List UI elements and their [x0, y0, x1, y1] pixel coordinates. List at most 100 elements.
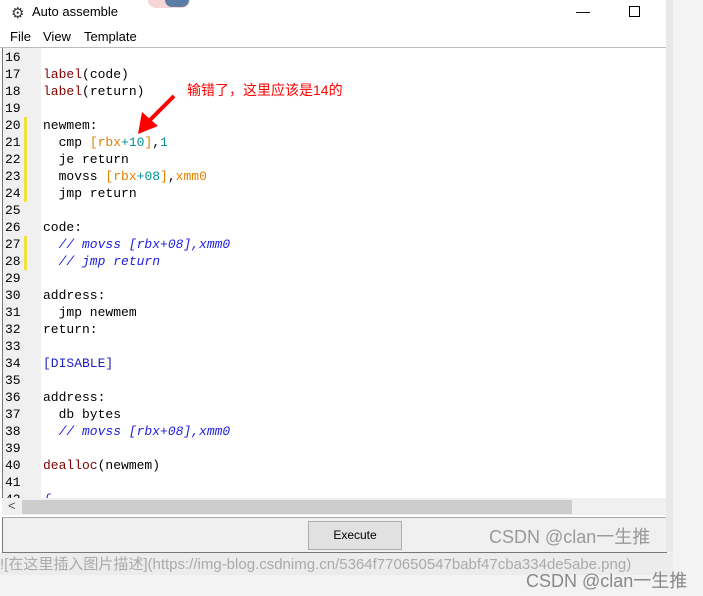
scroll-left-icon[interactable]: < [8, 498, 16, 513]
code-text: dealloc(newmem) [43, 457, 160, 474]
menu-view[interactable]: View [43, 29, 71, 44]
code-text: [DISABLE] [43, 355, 113, 372]
line-number: 18 [5, 84, 21, 99]
code-editor[interactable]: 16 17 label(code) 18 label(return) 19 20 newmem… [2, 48, 667, 498]
code-token: label [43, 67, 83, 82]
code-line: 34 [DISABLE] [3, 355, 663, 372]
menu-template[interactable]: Template [84, 29, 137, 44]
line-number: 22 [5, 152, 21, 167]
horizontal-scrollbar[interactable]: < [2, 498, 666, 515]
code-token: address: [43, 288, 106, 303]
code-token: +08 [136, 169, 161, 184]
modified-line-marker [24, 117, 27, 134]
line-number: 39 [5, 441, 21, 456]
code-line: 39 [3, 440, 663, 457]
code-token: +10 [121, 135, 145, 150]
code-line: 25 [3, 202, 663, 219]
code-line: 33 [3, 338, 663, 355]
code-line: 20 newmem: [3, 117, 663, 134]
line-number: 16 [5, 50, 21, 65]
code-text: address: [43, 389, 105, 406]
line-number: 34 [5, 356, 21, 371]
code-text: jmp return [43, 185, 137, 202]
code-token: // movss [rbx+08],xmm0 [43, 237, 231, 252]
code-token: , [167, 169, 176, 184]
line-number: 42 [5, 491, 21, 498]
code-line: 41 [3, 474, 663, 491]
code-text: return: [43, 321, 98, 338]
maximize-button[interactable] [629, 6, 640, 17]
code-text: address: [43, 287, 105, 304]
annotation-arrow-icon [138, 94, 176, 134]
line-number: 40 [5, 458, 21, 473]
code-line: 31 jmp newmem [3, 304, 663, 321]
menu-file[interactable]: File [10, 29, 31, 44]
code-line: 35 [3, 372, 663, 389]
line-number: 30 [5, 288, 21, 303]
scrollbar-thumb[interactable] [22, 500, 572, 514]
watermark: CSDN @clan一生推 [489, 527, 651, 547]
code-line: 36 address: [3, 389, 663, 406]
code-token: xmm0 [175, 169, 207, 184]
code-token: dealloc [43, 458, 98, 473]
code-text: newmem: [43, 117, 98, 134]
code-line: 16 [3, 49, 663, 66]
execute-button[interactable]: Execute [308, 521, 402, 550]
line-number: 27 [5, 237, 21, 252]
code-line: 38 // movss [rbx+08],xmm0 [3, 423, 663, 440]
code-token: address: [43, 390, 106, 405]
line-number: 36 [5, 390, 21, 405]
overlay-decoration-2 [165, 0, 189, 7]
gear-icon: ⚙ [11, 5, 25, 22]
code-token: [DISABLE] [43, 356, 114, 371]
code-text: { [43, 491, 51, 498]
code-token: newmem: [43, 118, 98, 133]
code-token: jmp newmem [43, 305, 137, 320]
code-token: [rbx [105, 169, 137, 184]
code-line: 32 return: [3, 321, 663, 338]
code-token: db bytes [43, 407, 122, 422]
line-number: 26 [5, 220, 21, 235]
code-token: jmp return [43, 186, 137, 201]
modified-line-marker [24, 168, 27, 185]
code-text: jmp newmem [43, 304, 137, 321]
code-line: 21 cmp [rbx+10],1 [3, 134, 663, 151]
code-token: // movss [rbx+08],xmm0 [43, 424, 231, 439]
line-number: 23 [5, 169, 21, 184]
code-token: je return [43, 152, 129, 167]
code-line: 29 [3, 270, 663, 287]
code-text: db bytes [43, 406, 121, 423]
line-number: 31 [5, 305, 21, 320]
code-line: 28 // jmp return [3, 253, 663, 270]
code-line: 27 // movss [rbx+08],xmm0 [3, 236, 663, 253]
code-token: label [43, 84, 83, 99]
line-number: 33 [5, 339, 21, 354]
code-line: 23 movss [rbx+08],xmm0 [3, 168, 663, 185]
line-number: 29 [5, 271, 21, 286]
line-number: 32 [5, 322, 21, 337]
code-token: , [152, 135, 161, 150]
modified-line-marker [24, 236, 27, 253]
code-line: 40 dealloc(newmem) [3, 457, 663, 474]
watermark-2: CSDN @clan一生推 [526, 571, 688, 591]
code-token: cmp [43, 135, 90, 150]
code-text: je return [43, 151, 129, 168]
auto-assemble-window: ⚙ Auto assemble — File View Template 16 1… [0, 0, 667, 553]
code-token: 1 [160, 135, 168, 150]
code-line: 24 jmp return [3, 185, 663, 202]
line-number: 41 [5, 475, 21, 490]
code-text: // movss [rbx+08],xmm0 [43, 236, 231, 253]
line-number: 20 [5, 118, 21, 133]
window-title: Auto assemble [32, 4, 118, 19]
line-number: 21 [5, 135, 21, 150]
code-token: code: [43, 220, 83, 235]
line-number: 25 [5, 203, 21, 218]
code-text: // jmp return [43, 253, 160, 270]
line-number: 19 [5, 101, 21, 116]
modified-line-marker [24, 253, 27, 270]
code-token: (code) [82, 67, 129, 82]
code-text: code: [43, 219, 82, 236]
window-edge [666, 0, 673, 552]
minimize-button[interactable]: — [576, 3, 590, 19]
code-line: 19 [3, 100, 663, 117]
